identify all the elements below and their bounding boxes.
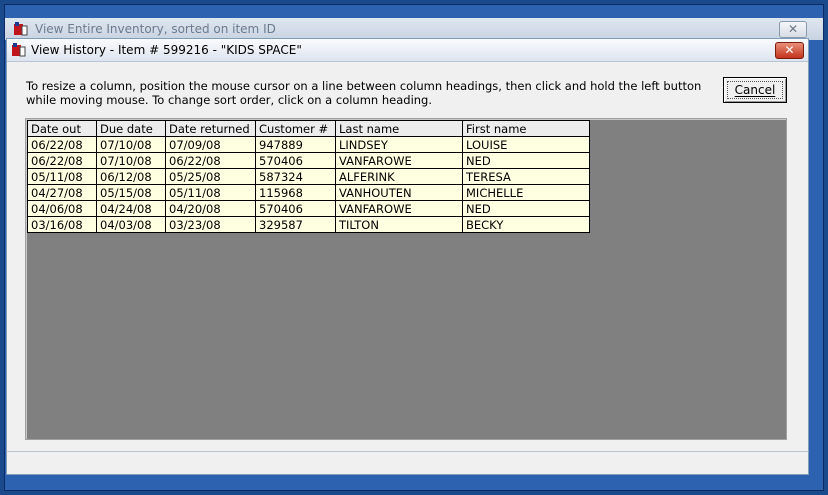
cell-customer-number: 947889 <box>255 136 336 153</box>
cell-first-name: NED <box>462 152 590 169</box>
cell-date-out: 04/27/08 <box>27 184 97 201</box>
cell-date-out: 04/06/08 <box>27 200 97 217</box>
table-row[interactable]: 05/11/08 06/12/08 05/25/08 587324 ALFERI… <box>27 168 590 185</box>
close-icon: ✕ <box>784 43 795 57</box>
table-row[interactable]: 04/06/08 04/24/08 04/20/08 570406 VANFAR… <box>27 200 590 217</box>
focus-outline <box>727 81 783 99</box>
cell-date-out: 05/11/08 <box>27 168 97 185</box>
table-row[interactable]: 04/27/08 05/15/08 05/11/08 115968 VANHOU… <box>27 184 590 201</box>
cell-date-returned: 05/11/08 <box>165 184 256 201</box>
cell-first-name: TERESA <box>462 168 590 185</box>
cell-last-name: VANHOUTEN <box>335 184 463 201</box>
cell-last-name: TILTON <box>335 216 463 233</box>
outer-title-bar[interactable]: View Entire Inventory, sorted on item ID… <box>5 18 823 40</box>
cell-due-date: 07/10/08 <box>96 136 166 153</box>
cell-customer-number: 587324 <box>255 168 336 185</box>
app-icon <box>14 22 28 36</box>
cell-first-name: LOUISE <box>462 136 590 153</box>
history-table: Date out Due date Date returned Customer… <box>27 120 590 233</box>
cell-due-date: 05/15/08 <box>96 184 166 201</box>
app-icon <box>12 43 26 57</box>
instructions-text: To resize a column, position the mouse c… <box>26 79 702 107</box>
cell-first-name: MICHELLE <box>462 184 590 201</box>
cell-first-name: BECKY <box>462 216 590 233</box>
cell-date-returned: 07/09/08 <box>165 136 256 153</box>
cell-date-returned: 05/25/08 <box>165 168 256 185</box>
cell-due-date: 06/12/08 <box>96 168 166 185</box>
cell-customer-number: 329587 <box>255 216 336 233</box>
header-row: Date out Due date Date returned Customer… <box>27 120 590 137</box>
table-row[interactable]: 03/16/08 04/03/08 03/23/08 329587 TILTON… <box>27 216 590 233</box>
cell-due-date: 04/03/08 <box>96 216 166 233</box>
cell-date-out: 06/22/08 <box>27 152 97 169</box>
view-history-dialog: View History - Item # 599216 - "KIDS SPA… <box>6 38 809 454</box>
dialog-title: View History - Item # 599216 - "KIDS SPA… <box>31 43 302 57</box>
outer-close-button[interactable]: ✕ <box>779 21 807 38</box>
column-header-last-name[interactable]: Last name <box>335 120 463 137</box>
cell-due-date: 07/10/08 <box>96 152 166 169</box>
column-header-due-date[interactable]: Due date <box>96 120 166 137</box>
history-grid[interactable]: Date out Due date Date returned Customer… <box>25 118 787 440</box>
cell-customer-number: 115968 <box>255 184 336 201</box>
status-bar <box>6 451 809 475</box>
table-row[interactable]: 06/22/08 07/10/08 06/22/08 570406 VANFAR… <box>27 152 590 169</box>
column-header-date-returned[interactable]: Date returned <box>165 120 256 137</box>
column-header-customer-number[interactable]: Customer # <box>255 120 336 137</box>
column-header-date-out[interactable]: Date out <box>27 120 97 137</box>
cell-last-name: VANFAROWE <box>335 152 463 169</box>
cell-customer-number: 570406 <box>255 152 336 169</box>
dialog-close-button[interactable]: ✕ <box>775 42 804 59</box>
cell-last-name: LINDSEY <box>335 136 463 153</box>
cell-date-out: 06/22/08 <box>27 136 97 153</box>
cell-due-date: 04/24/08 <box>96 200 166 217</box>
cell-customer-number: 570406 <box>255 200 336 217</box>
cell-date-returned: 03/23/08 <box>165 216 256 233</box>
cell-date-returned: 06/22/08 <box>165 152 256 169</box>
dialog-title-bar[interactable]: View History - Item # 599216 - "KIDS SPA… <box>7 39 808 62</box>
cell-last-name: VANFAROWE <box>335 200 463 217</box>
column-header-first-name[interactable]: First name <box>462 120 590 137</box>
outer-window-title: View Entire Inventory, sorted on item ID <box>35 22 276 36</box>
close-icon: ✕ <box>787 22 799 36</box>
cancel-button[interactable]: Cancel <box>723 77 787 103</box>
cell-last-name: ALFERINK <box>335 168 463 185</box>
cell-date-returned: 04/20/08 <box>165 200 256 217</box>
table-row[interactable]: 06/22/08 07/10/08 07/09/08 947889 LINDSE… <box>27 136 590 153</box>
cell-first-name: NED <box>462 200 590 217</box>
cell-date-out: 03/16/08 <box>27 216 97 233</box>
